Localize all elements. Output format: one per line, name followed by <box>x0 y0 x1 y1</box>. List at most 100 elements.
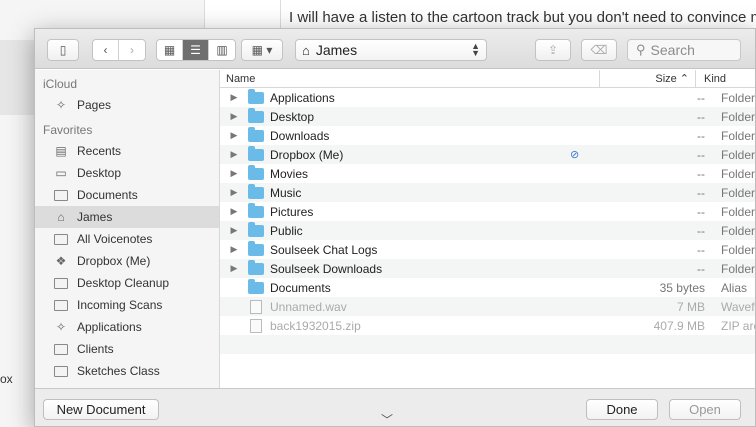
location-popup[interactable]: ⌂ James ▲ ▼ <box>295 39 487 61</box>
file-size: -- <box>697 166 705 181</box>
file-row[interactable]: ▶ Public -- Folder <box>220 221 755 240</box>
file-row[interactable]: ▶ Desktop -- Folder <box>220 107 755 126</box>
file-row[interactable]: back1932015.zip 407.9 MB ZIP arc <box>220 316 755 335</box>
document-icon <box>250 318 262 333</box>
file-kind: Folder <box>721 147 755 162</box>
disclosure-triangle-icon[interactable]: ▶ <box>228 187 240 198</box>
disclosure-triangle-icon[interactable]: ▶ <box>228 111 240 122</box>
file-row[interactable]: ▶ Pictures -- Folder <box>220 202 755 221</box>
file-size: 407.9 MB <box>653 318 705 333</box>
sidebar-item-label: Incoming Scans <box>77 298 163 312</box>
sidebar-item-label: Desktop Cleanup <box>77 276 170 290</box>
file-name: Desktop <box>270 109 315 124</box>
folder-icon <box>53 364 69 378</box>
name-column-header[interactable]: Name <box>220 70 600 87</box>
list-view-button[interactable]: ☰ <box>183 40 209 60</box>
share-button[interactable]: ⇪ <box>535 39 571 61</box>
sidebar-item-recents[interactable]: ▤ Recents <box>35 140 219 162</box>
folder-icon <box>53 232 69 246</box>
tag-button[interactable]: ⌫ <box>581 39 617 61</box>
document-icon <box>250 299 262 314</box>
file-kind: Alias <box>721 280 748 295</box>
sidebar-item-desktop[interactable]: ▭ Desktop <box>35 162 219 184</box>
sort-ascending-icon: ⌃ <box>679 73 689 85</box>
sidebar-item-label: All Voicenotes <box>77 232 153 246</box>
file-row[interactable]: ▶ Downloads -- Folder <box>220 126 755 145</box>
open-button[interactable]: Open <box>669 399 741 420</box>
sidebar-item-james[interactable]: ⌂ James <box>35 206 219 228</box>
forward-button[interactable]: › <box>119 40 145 60</box>
disclosure-triangle-icon[interactable]: ▶ <box>228 168 240 179</box>
folder-icon <box>248 145 264 161</box>
folder-icon <box>248 126 264 142</box>
back-button[interactable]: ‹ <box>93 40 119 60</box>
folder-icon <box>248 88 264 104</box>
disclosure-triangle-icon[interactable]: ▶ <box>228 263 240 274</box>
file-row[interactable]: ▶ Dropbox (Me) ⊘ -- Folder <box>220 145 755 164</box>
new-document-button[interactable]: New Document <box>43 399 159 420</box>
expand-chevron-icon[interactable]: ﹀ <box>381 411 393 426</box>
file-name: Movies <box>270 166 309 181</box>
sidebar-item-sketches-class[interactable]: Sketches Class <box>35 360 219 382</box>
disclosure-triangle-icon[interactable]: ▶ <box>228 225 240 236</box>
disclosure-triangle-icon[interactable]: ▶ <box>228 130 240 141</box>
sidebar-item-label: James <box>77 210 113 224</box>
open-dialog: ▯ ‹ › ▦ ☰ ▥ ▦ ▾ ⌂ James ▲ ▼ ⇪ ⌫ ⚲ Search … <box>34 28 756 427</box>
disclosure-triangle-icon[interactable]: ▶ <box>228 206 240 217</box>
icon-view-button[interactable]: ▦ <box>157 40 183 60</box>
sidebar-toggle-button[interactable]: ▯ <box>47 39 79 61</box>
view-mode-control: ▦ ☰ ▥ <box>156 39 236 61</box>
empty-row <box>220 335 755 354</box>
dialog-footer: New Document ﹀ Done Open <box>35 388 755 426</box>
sync-badge-icon: ⊘ <box>570 149 580 161</box>
tag-icon: ⌫ <box>590 43 608 57</box>
file-row[interactable]: Documents 35 bytes Alias <box>220 278 755 297</box>
home-icon: ⌂ <box>302 42 310 58</box>
search-field[interactable]: ⚲ Search <box>627 39 741 61</box>
folder-icon <box>53 188 69 202</box>
disclosure-triangle-icon[interactable]: ▶ <box>228 92 240 103</box>
file-kind: Folder <box>721 242 755 257</box>
column-header: Name Size ⌃ Kind <box>220 70 755 88</box>
arrange-button[interactable]: ▦ ▾ <box>241 39 283 61</box>
size-column-label: Size <box>655 72 677 85</box>
desktop-icon: ▭ <box>55 166 67 180</box>
column-view-button[interactable]: ▥ <box>209 40 235 60</box>
sidebar-item-pages[interactable]: ✧ Pages <box>35 94 219 116</box>
file-row[interactable]: Unnamed.wav 7 MB Wavef <box>220 297 755 316</box>
file-size: -- <box>697 109 705 124</box>
kind-column-header[interactable]: Kind <box>696 70 726 87</box>
folder-icon <box>248 259 264 275</box>
sidebar-item-documents[interactable]: Documents <box>35 184 219 206</box>
folder-icon <box>248 183 264 199</box>
file-row[interactable]: ▶ Movies -- Folder <box>220 164 755 183</box>
file-name: Soulseek Downloads <box>270 261 383 276</box>
file-row[interactable]: ▶ Soulseek Downloads -- Folder <box>220 259 755 278</box>
file-kind: Folder <box>721 90 755 105</box>
file-size: -- <box>697 223 705 238</box>
home-icon: ⌂ <box>57 210 65 224</box>
folder-icon <box>248 221 264 237</box>
file-row[interactable]: ▶ Music -- Folder <box>220 183 755 202</box>
sidebar-item-applications[interactable]: ✧ Applications <box>35 316 219 338</box>
disclosure-triangle-icon[interactable]: ▶ <box>228 244 240 255</box>
sidebar-item-dropbox-me[interactable]: ❖ Dropbox (Me) <box>35 250 219 272</box>
sidebar-item-desktop-cleanup[interactable]: Desktop Cleanup <box>35 272 219 294</box>
recents-icon: ▤ <box>55 144 67 158</box>
sidebar: iCloud ✧ Pages Favorites ▤ Recents ▭ Desktop Doc… <box>35 70 220 390</box>
folder-icon <box>248 164 264 180</box>
done-button[interactable]: Done <box>586 399 658 420</box>
sidebar-item-incoming-scans[interactable]: Incoming Scans <box>35 294 219 316</box>
file-kind: Folder <box>721 128 755 143</box>
file-name: Applications <box>270 90 335 105</box>
disclosure-triangle-icon[interactable]: ▶ <box>228 149 240 160</box>
file-row[interactable]: ▶ Applications -- Folder <box>220 88 755 107</box>
sidebar-item-all-voicenotes[interactable]: All Voicenotes <box>35 228 219 250</box>
sidebar-item-label: Desktop <box>77 166 122 180</box>
file-row[interactable]: ▶ Soulseek Chat Logs -- Folder <box>220 240 755 259</box>
file-kind: Folder <box>721 204 755 219</box>
sidebar-item-label: Applications <box>77 320 142 334</box>
sidebar-item-clients[interactable]: Clients <box>35 338 219 360</box>
file-name: Pictures <box>270 204 314 219</box>
size-column-header[interactable]: Size ⌃ <box>600 70 696 87</box>
